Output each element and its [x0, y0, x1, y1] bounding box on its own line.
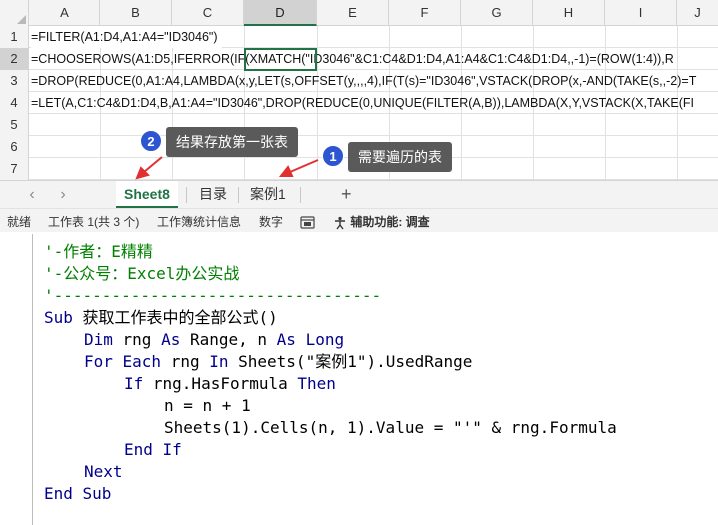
accessibility-icon — [335, 216, 345, 230]
code-keyword: Sub — [44, 308, 73, 327]
status-accessibility[interactable]: 辅助功能: 调查 — [333, 209, 430, 232]
code-keyword: For Each — [84, 352, 162, 371]
code-text: Range, n — [180, 330, 277, 349]
code-keyword: Next — [84, 462, 123, 481]
status-sheet-info: 工作表 1(共 3 个) — [48, 215, 140, 229]
code-line[interactable]: Dim rng As Range, n As Long — [44, 329, 617, 351]
code-line[interactable]: End Sub — [44, 483, 617, 505]
code-line[interactable]: '-公众号：Excel办公实战 — [44, 263, 617, 285]
code-keyword: Long — [305, 330, 345, 349]
code-line[interactable]: Next — [44, 461, 617, 483]
code-line[interactable]: End If — [44, 439, 617, 461]
next-sheet-icon[interactable]: › — [53, 184, 73, 206]
code-text: Sheets("案例1").UsedRange — [228, 352, 473, 371]
code-keyword: End If — [124, 440, 182, 459]
excel-window: A B C D E F G H I J 1 =FILTER(A1:D4,A1:A… — [0, 0, 718, 232]
code-keyword: End Sub — [44, 484, 112, 503]
code-comment: '---------------------------------- — [44, 286, 382, 305]
code-line[interactable]: n = n + 1 — [44, 395, 617, 417]
code-text: Sheets(1).Cells(n, 1).Value = "'" & rng.… — [164, 418, 617, 437]
code-line[interactable]: If rng.HasFormula Then — [44, 373, 617, 395]
code-comment: '-公众号：Excel办公实战 — [44, 264, 240, 283]
status-bar: 就绪 工作表 1(共 3 个) 工作簿统计信息 数字 辅助功能: 调查 — [0, 208, 718, 232]
add-sheet-icon[interactable]: + — [341, 181, 352, 209]
sheet-tab-bar: ‹ › Sheet8 目录 案例1 + — [0, 180, 718, 209]
code-lines[interactable]: '-作者：E精精 '-公众号：Excel办公实战 '----------------… — [44, 241, 617, 505]
code-keyword: Dim — [84, 330, 113, 349]
code-comment: '-作者：E精精 — [44, 242, 153, 261]
code-line[interactable]: '---------------------------------- — [44, 285, 617, 307]
status-numbers: 数字 — [259, 215, 284, 229]
code-keyword: As — [276, 330, 296, 349]
arrow-to-case1-icon — [278, 159, 319, 177]
status-workbook-stats[interactable]: 工作簿统计信息 — [157, 209, 241, 232]
code-line[interactable]: For Each rng In Sheets("案例1").UsedRange — [44, 351, 617, 373]
status-ready: 就绪 — [7, 215, 32, 229]
tab-case1[interactable]: 案例1 — [242, 181, 294, 209]
code-text: rng.HasFormula — [143, 374, 298, 393]
code-text: rng — [161, 352, 210, 371]
arrow-to-sheet8-icon — [135, 156, 163, 180]
tab-sheet8[interactable]: Sheet8 — [116, 181, 178, 209]
code-text: 获取工作表中的全部公式() — [72, 308, 278, 327]
code-keyword: As — [161, 330, 181, 349]
prev-sheet-icon[interactable]: ‹ — [22, 184, 42, 206]
vba-code-editor[interactable]: '-作者：E精精 '-公众号：Excel办公实战 '----------------… — [0, 234, 718, 525]
code-text: n = n + 1 — [164, 396, 251, 415]
status-accessibility-label: 辅助功能: 调查 — [350, 215, 430, 229]
code-text: rng — [112, 330, 162, 349]
code-line[interactable]: Sub 获取工作表中的全部公式() — [44, 307, 617, 329]
code-keyword: In — [209, 352, 229, 371]
code-keyword: If — [124, 374, 144, 393]
code-line[interactable]: Sheets(1).Cells(n, 1).Value = "'" & rng.… — [44, 417, 617, 439]
code-line[interactable]: '-作者：E精精 — [44, 241, 617, 263]
code-gutter — [0, 234, 33, 525]
accessibility-checker-icon[interactable] — [300, 209, 315, 232]
code-keyword: Then — [297, 374, 336, 393]
tab-catalog[interactable]: 目录 — [191, 181, 235, 209]
